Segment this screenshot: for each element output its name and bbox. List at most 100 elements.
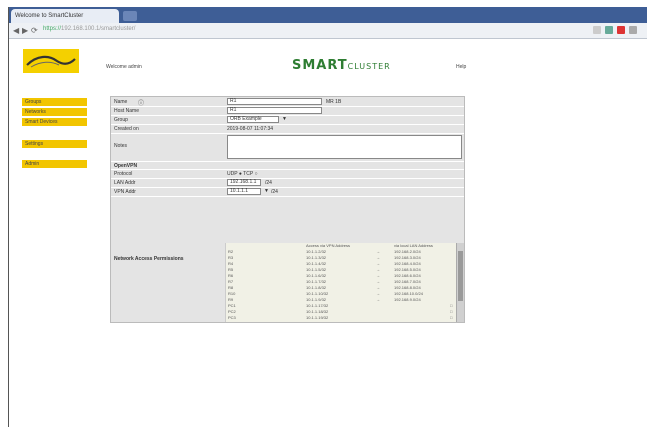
row-vpn: 10.1.1.2/32 bbox=[306, 249, 327, 254]
table-scrollbar[interactable] bbox=[456, 243, 464, 322]
checkbox-icon[interactable]: □ bbox=[450, 303, 452, 308]
network-access-table: Access via VPN Address via local LAN Add… bbox=[225, 243, 464, 322]
row-local: 192.168.5.0/24 bbox=[394, 267, 421, 272]
url-rest: 192.168.100.1/smartcluster/ bbox=[61, 26, 136, 32]
row-name: R6 bbox=[228, 273, 234, 278]
nap-label: Network Access Permissions bbox=[114, 256, 184, 262]
row-local: 192.168.3.0/24 bbox=[394, 255, 421, 260]
row-name: R7 bbox=[228, 279, 234, 284]
row-vpn: 10.1.1.9/32 bbox=[306, 297, 327, 302]
row-name: PC3 bbox=[228, 315, 236, 320]
row-name: R5 bbox=[228, 267, 234, 272]
brand-title: SMARTCLUSTER bbox=[292, 58, 391, 73]
group-label: Group bbox=[114, 117, 128, 123]
arrow-icon: → bbox=[376, 255, 380, 260]
row-vpn: 10.1.1.8/32 bbox=[306, 285, 327, 290]
menu-networks[interactable]: Networks bbox=[22, 108, 87, 116]
row-local: 192.168.4.0/24 bbox=[394, 261, 421, 266]
row-vpn: 10.1.1.7/32 bbox=[306, 279, 327, 284]
protocol-radios[interactable]: UDP ● TCP ○ bbox=[227, 171, 258, 177]
brand-main: SMART bbox=[292, 58, 348, 73]
row-local: 192.168.2.0/24 bbox=[394, 249, 421, 254]
row-local: 192.168.7.0/24 bbox=[394, 279, 421, 284]
vpn-suffix: /24 bbox=[271, 189, 278, 195]
checkbox-icon[interactable]: □ bbox=[450, 309, 452, 314]
row-local: 192.168.6.0/24 bbox=[394, 273, 421, 278]
arrow-icon: → bbox=[376, 261, 380, 266]
help-link[interactable]: Help bbox=[456, 64, 466, 70]
arrow-icon: → bbox=[376, 285, 380, 290]
table-row[interactable]: PC3 10.1.1.19/32 □ bbox=[226, 315, 456, 322]
row-local: 192.168.8.0/24 bbox=[394, 285, 421, 290]
url-secure: https:// bbox=[43, 26, 62, 32]
row-vpn: 10.1.1.19/32 bbox=[306, 315, 329, 320]
welcome-text: Welcome admin bbox=[106, 64, 142, 70]
row-name: PC1 bbox=[228, 303, 236, 308]
back-icon[interactable]: ◀ bbox=[13, 25, 19, 36]
row-name: R4 bbox=[228, 261, 234, 266]
page: Welcome admin SMARTCLUSTER Help Groups N… bbox=[9, 39, 647, 427]
name-label: Name bbox=[114, 99, 128, 105]
row-name: R8 bbox=[228, 285, 234, 290]
row-vpn: 10.1.1.4/32 bbox=[306, 261, 327, 266]
row-vpn: 10.1.1.17/32 bbox=[306, 303, 329, 308]
lan-suffix: /24 bbox=[265, 180, 272, 186]
brand-sub: CLUSTER bbox=[347, 62, 391, 71]
arrow-icon: → bbox=[376, 297, 380, 302]
arrow-icon: → bbox=[376, 249, 380, 254]
row-vpn: 10.1.1.10/32 bbox=[306, 291, 329, 296]
scrollbar-thumb[interactable] bbox=[458, 251, 463, 301]
swoosh-logo-icon[interactable] bbox=[23, 49, 79, 73]
menu-admin[interactable]: Admin bbox=[22, 160, 87, 168]
group-select[interactable]: ORB Example bbox=[227, 116, 279, 123]
forward-icon[interactable]: ▶ bbox=[22, 25, 28, 36]
host-label: Host Name bbox=[114, 108, 140, 114]
menu-icon[interactable] bbox=[629, 26, 637, 34]
row-name: R10 bbox=[228, 291, 236, 296]
row-vpn: 10.1.1.18/32 bbox=[306, 309, 329, 314]
arrow-icon: → bbox=[376, 273, 380, 278]
url-field[interactable]: https://192.168.100.1/smartcluster/ bbox=[43, 26, 135, 32]
host-input[interactable]: R1 bbox=[227, 107, 322, 114]
row-name: R2 bbox=[228, 249, 234, 254]
checkbox-icon[interactable]: □ bbox=[450, 315, 452, 320]
created-label: Created on bbox=[114, 126, 139, 132]
protocol-label: Protocol bbox=[114, 171, 133, 177]
lan-label: LAN Addr bbox=[114, 180, 136, 186]
notes-row: Notes bbox=[111, 133, 464, 162]
arrow-icon: → bbox=[376, 279, 380, 284]
arrow-icon: → bbox=[376, 267, 380, 272]
chevron-down-icon[interactable]: ▼ bbox=[282, 116, 287, 122]
lan-input[interactable]: 192.168.1.1 bbox=[227, 179, 261, 186]
row-local: 192.168.9.0/24 bbox=[394, 297, 421, 302]
reload-icon[interactable]: ⟳ bbox=[31, 25, 38, 36]
notes-label: Notes bbox=[114, 143, 128, 149]
row-name: PC2 bbox=[228, 309, 236, 314]
menu-smart-devices[interactable]: Smart Devices bbox=[22, 118, 87, 126]
row-vpn: 10.1.1.6/32 bbox=[306, 273, 327, 278]
vpn-input[interactable]: 10.1.1.1 bbox=[227, 188, 261, 195]
chevron-down-icon[interactable]: ▼ bbox=[264, 188, 269, 194]
vpn-label: VPN Addr bbox=[114, 189, 136, 195]
extension-icon[interactable] bbox=[605, 26, 613, 34]
browser-window: Welcome to SmartCluster ◀ ▶ ⟳ https://19… bbox=[8, 7, 647, 427]
row-name: R3 bbox=[228, 255, 234, 260]
created-value: 2019-08-07 11:07:34 bbox=[227, 126, 274, 132]
row-local: 192.168.10.0/24 bbox=[394, 291, 423, 296]
row-name: R9 bbox=[228, 297, 234, 302]
name-input[interactable]: R1 bbox=[227, 98, 322, 105]
extension-icon[interactable] bbox=[617, 26, 625, 34]
row-vpn: 10.1.1.5/32 bbox=[306, 267, 327, 272]
tab-bar: Welcome to SmartCluster bbox=[9, 7, 647, 23]
browser-tab[interactable]: Welcome to SmartCluster bbox=[11, 9, 119, 23]
menu-groups[interactable]: Groups bbox=[22, 98, 87, 106]
menu-settings[interactable]: Settings bbox=[22, 140, 87, 148]
name-hint: MR 1B bbox=[326, 99, 342, 105]
notes-textarea[interactable] bbox=[227, 135, 462, 159]
device-form: Name ⓘ R1 MR 1B Host Name R1 Group ORB E… bbox=[110, 96, 465, 323]
address-bar: ◀ ▶ ⟳ https://192.168.100.1/smartcluster… bbox=[9, 23, 647, 39]
arrow-icon: → bbox=[376, 291, 380, 296]
star-icon[interactable] bbox=[593, 26, 601, 34]
new-tab-button[interactable] bbox=[123, 11, 137, 21]
row-vpn: 10.1.1.3/32 bbox=[306, 255, 327, 260]
